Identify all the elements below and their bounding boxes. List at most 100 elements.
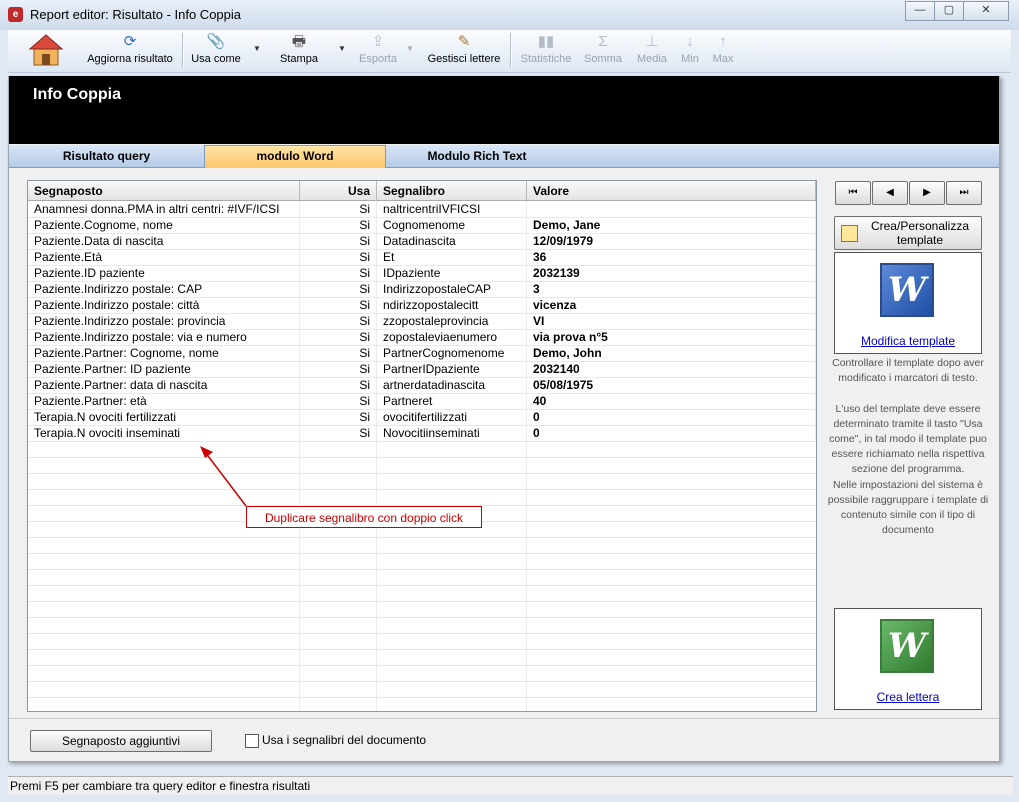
segnalibro-cell[interactable]: ndirizzopostalecitt: [377, 297, 527, 313]
segnaposto-cell[interactable]: Paziente.Partner: età: [28, 393, 300, 409]
tab-risultato-query[interactable]: Risultato query: [9, 146, 204, 166]
usa-cell[interactable]: Si: [300, 409, 377, 425]
valore-cell[interactable]: 36: [527, 249, 816, 265]
export-dropdown-icon[interactable]: ▼: [406, 44, 414, 53]
table-row[interactable]: Paziente.Partner: data di nascita Si artne…: [28, 377, 816, 394]
segnalibro-cell[interactable]: IndirizzopostaleCAP: [377, 281, 527, 297]
table-row[interactable]: Paziente.Partner: età Si Partneret 40: [28, 393, 816, 410]
usa-cell[interactable]: Si: [300, 297, 377, 313]
valore-cell[interactable]: 2032140: [527, 361, 816, 377]
maximize-button[interactable]: ▢: [934, 1, 964, 21]
table-row[interactable]: Paziente.Cognome, nome Si Cognomenome Demo,…: [28, 217, 816, 234]
table-row[interactable]: Paziente.Indirizzo postale: provincia Si z…: [28, 313, 816, 330]
segnaposto-cell[interactable]: Paziente.Partner: data di nascita: [28, 377, 300, 393]
segnalibro-cell[interactable]: PartnerIDpaziente: [377, 361, 527, 377]
valore-cell[interactable]: 2032139: [527, 265, 816, 281]
usa-cell[interactable]: Si: [300, 425, 377, 441]
use-as-button[interactable]: 📎 Usa come: [188, 32, 244, 70]
segnalibro-cell[interactable]: Partneret: [377, 393, 527, 409]
table-row[interactable]: Paziente.Partner: Cognome, nome Si Partner…: [28, 345, 816, 362]
crea-personalizza-template-button[interactable]: Crea/Personalizza template: [834, 216, 982, 250]
segnaposto-cell[interactable]: Paziente.Età: [28, 249, 300, 265]
usa-cell[interactable]: Si: [300, 201, 377, 217]
segnaposto-cell[interactable]: Paziente.Cognome, nome: [28, 217, 300, 233]
previous-record-button[interactable]: ◀: [872, 181, 908, 205]
table-row[interactable]: Paziente.Partner: ID paziente Si PartnerID…: [28, 361, 816, 378]
table-row[interactable]: Paziente.ID paziente Si IDpaziente 2032139: [28, 265, 816, 282]
usa-cell[interactable]: Si: [300, 393, 377, 409]
valore-cell[interactable]: 05/08/1975: [527, 377, 816, 393]
valore-cell[interactable]: Demo, John: [527, 345, 816, 361]
word-document-icon[interactable]: W: [880, 263, 934, 317]
segnaposto-aggiuntivi-button[interactable]: Segnaposto aggiuntivi: [30, 730, 212, 752]
close-button[interactable]: ✕: [963, 1, 1009, 21]
next-record-button[interactable]: ▶: [909, 181, 945, 205]
tab-modulo-rich-text[interactable]: Modulo Rich Text: [385, 146, 569, 166]
segnalibro-cell[interactable]: Cognomenome: [377, 217, 527, 233]
use-as-dropdown-icon[interactable]: ▼: [253, 44, 261, 53]
usa-cell[interactable]: Si: [300, 217, 377, 233]
first-record-button[interactable]: ⏮: [835, 181, 871, 205]
segnaposto-cell[interactable]: Paziente.Indirizzo postale: via e numero: [28, 329, 300, 345]
column-header-segnalibro[interactable]: Segnalibro: [377, 181, 527, 201]
segnalibro-cell[interactable]: PartnerCognomenome: [377, 345, 527, 361]
segnaposto-cell[interactable]: Paziente.Partner: ID paziente: [28, 361, 300, 377]
tab-modulo-word[interactable]: modulo Word: [204, 145, 386, 168]
valore-cell[interactable]: 12/09/1979: [527, 233, 816, 249]
valore-cell[interactable]: vicenza: [527, 297, 816, 313]
word-letter-icon[interactable]: W: [880, 619, 934, 673]
valore-cell[interactable]: [527, 201, 816, 217]
home-icon[interactable]: [28, 32, 64, 68]
valore-cell[interactable]: VI: [527, 313, 816, 329]
column-header-segnaposto[interactable]: Segnaposto: [28, 181, 300, 201]
usa-cell[interactable]: Si: [300, 313, 377, 329]
last-record-button[interactable]: ⏭: [946, 181, 982, 205]
table-row[interactable]: Paziente.Indirizzo postale: CAP Si Indiriz…: [28, 281, 816, 298]
minimize-button[interactable]: —: [905, 1, 935, 21]
segnaposto-cell[interactable]: Paziente.Data di nascita: [28, 233, 300, 249]
segnalibro-cell[interactable]: zzopostaleprovincia: [377, 313, 527, 329]
segnaposto-cell[interactable]: Terapia.N ovociti inseminati: [28, 425, 300, 441]
usa-cell[interactable]: Si: [300, 361, 377, 377]
valore-cell[interactable]: Demo, Jane: [527, 217, 816, 233]
sum-button[interactable]: Σ Somma: [582, 32, 624, 70]
valore-cell[interactable]: 3: [527, 281, 816, 297]
segnalibro-cell[interactable]: artnerdatadinascita: [377, 377, 527, 393]
valore-cell[interactable]: 40: [527, 393, 816, 409]
table-row[interactable]: Paziente.Età Si Et 36: [28, 249, 816, 266]
usa-cell[interactable]: Si: [300, 329, 377, 345]
print-dropdown-icon[interactable]: ▼: [338, 44, 346, 53]
crea-lettera-link[interactable]: Crea lettera: [835, 690, 981, 704]
segnaposto-cell[interactable]: Terapia.N ovociti fertilizzati: [28, 409, 300, 425]
table-row[interactable]: Terapia.N ovociti inseminati Si Novocitiin…: [28, 425, 816, 442]
segnaposto-cell[interactable]: Paziente.Indirizzo postale: provincia: [28, 313, 300, 329]
average-button[interactable]: ⊥ Media: [632, 32, 672, 70]
segnalibro-cell[interactable]: Datadinascita: [377, 233, 527, 249]
max-button[interactable]: ↑ Max: [708, 32, 738, 70]
usa-cell[interactable]: Si: [300, 281, 377, 297]
segnaposto-cell[interactable]: Paziente.ID paziente: [28, 265, 300, 281]
table-row[interactable]: Terapia.N ovociti fertilizzati Si ovocitif…: [28, 409, 816, 426]
min-button[interactable]: ↓ Min: [676, 32, 704, 70]
valore-cell[interactable]: 0: [527, 425, 816, 441]
print-button[interactable]: 🖶 Stampa: [274, 32, 324, 70]
usa-cell[interactable]: Si: [300, 249, 377, 265]
usa-cell[interactable]: Si: [300, 233, 377, 249]
modifica-template-link[interactable]: Modifica template: [835, 334, 981, 348]
segnalibro-cell[interactable]: Novocitiinseminati: [377, 425, 527, 441]
manage-letters-button[interactable]: ✎ Gestisci lettere: [424, 32, 504, 70]
refresh-button[interactable]: ⟳ Aggiorna risultato: [84, 32, 176, 70]
table-row[interactable]: Paziente.Data di nascita Si Datadinascita 1…: [28, 233, 816, 250]
valore-cell[interactable]: 0: [527, 409, 816, 425]
segnaposto-cell[interactable]: Anamnesi donna.PMA in altri centri: #IVF…: [28, 201, 300, 217]
segnalibro-cell[interactable]: IDpaziente: [377, 265, 527, 281]
segnalibro-cell[interactable]: zopostaleviaenumero: [377, 329, 527, 345]
export-button[interactable]: ⇪ Esporta: [354, 32, 402, 70]
usa-cell[interactable]: Si: [300, 345, 377, 361]
table-row[interactable]: Paziente.Indirizzo postale: via e numero…: [28, 329, 816, 346]
segnalibro-cell[interactable]: Et: [377, 249, 527, 265]
segnalibro-cell[interactable]: ovocitifertilizzati: [377, 409, 527, 425]
table-row[interactable]: Paziente.Indirizzo postale: città Si ndiri…: [28, 297, 816, 314]
use-document-bookmarks-checkbox[interactable]: [245, 734, 259, 748]
statistics-button[interactable]: ▮▮ Statistiche: [516, 32, 576, 70]
